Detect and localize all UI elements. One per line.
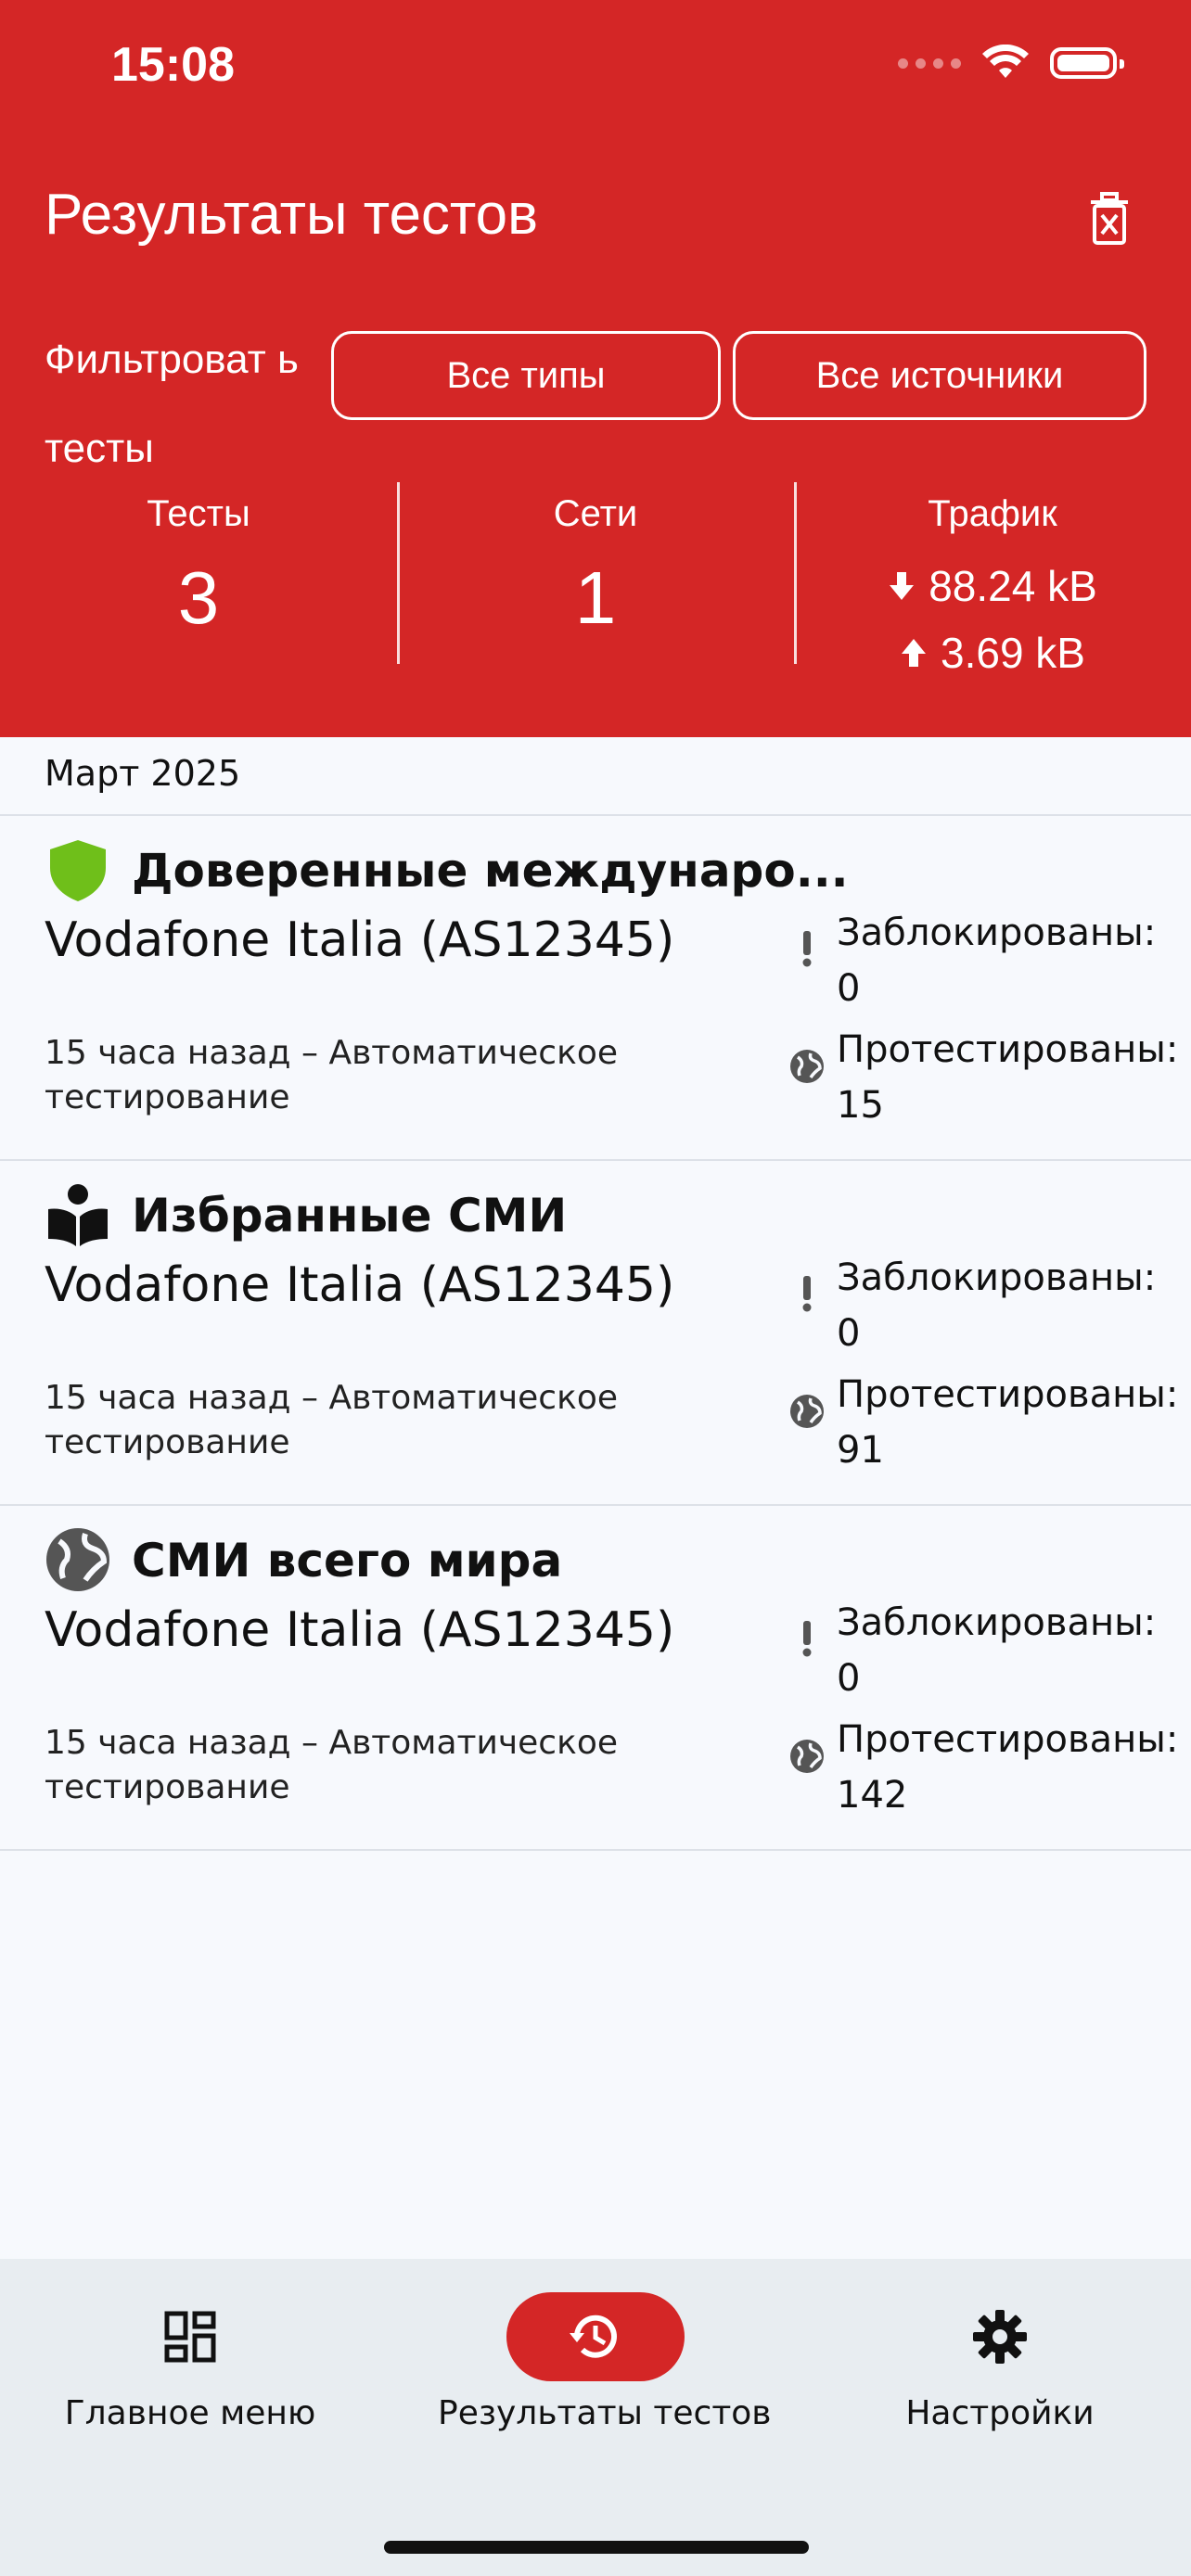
tested-count: Протестированы: 142 [837,1718,1179,1817]
traffic-stat: Трафик 88.24 kB 3.69 kB [794,482,1191,686]
result-stats: Заблокированы: 0 Протестированы: 142 [788,1595,1178,1829]
result-title: Избранные СМИ [132,1189,568,1243]
exclamation-icon [802,931,812,967]
tested-count: Протестированы: 91 [837,1373,1179,1472]
globe-icon [46,1528,109,1591]
globe-icon [790,1395,824,1428]
networks-label: Сети [553,493,638,534]
wifi-icon [982,45,1029,78]
nav-home-icon-wrap [101,2292,279,2381]
filter-sources-button[interactable]: Все источники [733,331,1146,420]
download-arrow-icon [890,572,915,600]
download-value: 88.24 kB [928,562,1097,610]
filter-label: Фильтроват ь тесты [45,337,299,471]
result-meta: 15 часа назад – Автоматическое тестирова… [45,1034,619,1116]
nav-home-label: Главное меню [64,2394,316,2432]
nav-settings[interactable]: Настройки [863,2259,1137,2432]
upload-row: 3.69 kB [794,628,1191,678]
result-title: Доверенные междунаро... [132,844,849,898]
globe-icon [790,1740,824,1773]
result-meta: 15 часа назад – Автоматическое тестирова… [45,1379,619,1461]
result-network: Vodafone Italia (AS12345) [45,1602,675,1658]
status-time: 15:08 [111,38,235,92]
networks-value: 1 [574,556,617,639]
delete-all-icon[interactable] [1085,191,1133,247]
tested-row: Протестированы: 91 [788,1367,1178,1478]
filter-types-button[interactable]: Все типы [331,331,721,420]
networks-stat: Сети 1 [397,482,794,686]
gear-icon [973,2310,1027,2364]
separator [0,1849,1191,1851]
nav-settings-icon-wrap [911,2292,1089,2381]
result-stats: Заблокированы: 0 Протестированы: 15 [788,905,1178,1139]
shield-icon [50,840,106,901]
battery-icon [1050,47,1124,79]
result-item[interactable]: Доверенные междунаро... Vodafone Italia … [0,816,1191,1161]
home-indicator [384,2541,809,2554]
tests-value: 3 [177,556,220,639]
section-date-label: Март 2025 [45,753,241,794]
history-icon [570,2315,617,2358]
exclamation-icon [802,1276,812,1312]
tests-stat: Тесты 3 [0,482,397,686]
result-network: Vodafone Italia (AS12345) [45,912,675,968]
blocked-count: Заблокированы: 0 [837,1601,1157,1700]
nav-results[interactable]: Результаты тестов [438,2259,772,2432]
blocked-row: Заблокированы: 0 [788,905,1178,1016]
blocked-row: Заблокированы: 0 [788,1250,1178,1361]
nav-results-label: Результаты тестов [438,2394,772,2432]
dashboard-icon [164,2311,216,2363]
nav-home[interactable]: Главное меню [56,2259,325,2432]
summary-stats: Тесты 3 Сети 1 Трафик 88.24 kB 3.69 kB [0,482,1191,686]
nav-settings-label: Настройки [905,2394,1095,2432]
status-icons [898,45,1124,82]
tested-row: Протестированы: 15 [788,1022,1178,1133]
download-row: 88.24 kB [794,561,1191,611]
tested-count: Протестированы: 15 [837,1028,1179,1127]
result-item[interactable]: Избранные СМИ Vodafone Italia (AS12345) … [0,1161,1191,1506]
blocked-row: Заблокированы: 0 [788,1595,1178,1706]
result-item[interactable]: СМИ всего мира Vodafone Italia (AS12345)… [0,1506,1191,1851]
tests-label: Тесты [147,493,250,534]
traffic-label: Трафик [928,493,1057,534]
result-stats: Заблокированы: 0 Протестированы: 91 [788,1250,1178,1484]
nav-results-icon-wrap [506,2292,685,2381]
page-title: Результаты тестов [45,183,539,247]
result-meta: 15 часа назад – Автоматическое тестирова… [45,1724,619,1806]
blocked-count: Заблокированы: 0 [837,912,1157,1010]
divider [397,482,400,664]
result-network: Vodafone Italia (AS12345) [45,1257,675,1313]
divider [794,482,797,664]
upload-value: 3.69 kB [941,629,1085,677]
result-title: СМИ всего мира [132,1534,563,1588]
app-header: 15:08 Результаты тестов Фильтроват ь тес… [0,0,1191,737]
exclamation-icon [802,1621,812,1657]
bottom-navigation: Главное меню Результаты тестов Настройки [0,2259,1191,2576]
upload-arrow-icon [902,639,926,667]
blocked-count: Заблокированы: 0 [837,1256,1157,1355]
tested-row: Протестированы: 142 [788,1712,1178,1823]
reader-icon [48,1184,108,1246]
signal-icon [898,57,961,69]
globe-icon [790,1050,824,1083]
